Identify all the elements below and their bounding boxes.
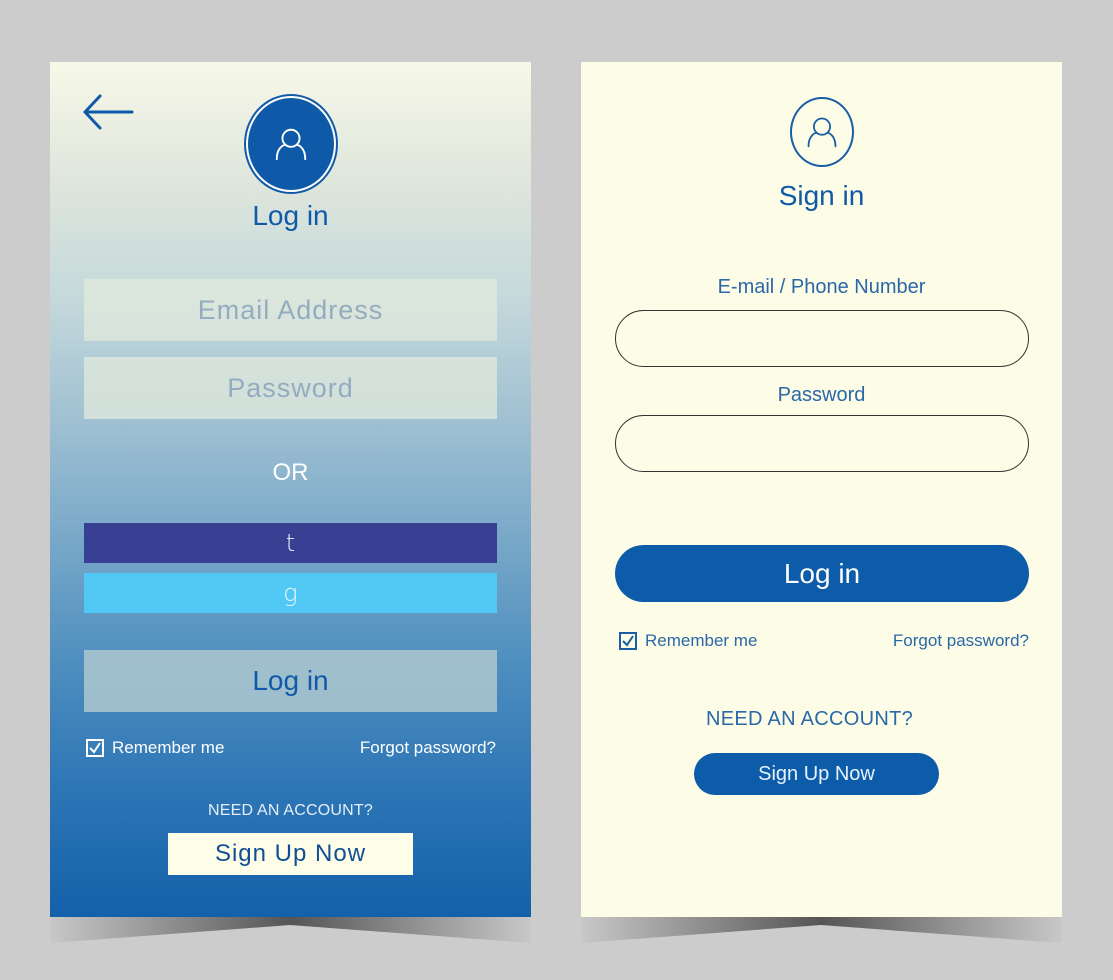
sign-up-button[interactable]: Sign Up Now — [168, 833, 413, 875]
email-phone-input[interactable] — [616, 311, 1028, 366]
right-panel-shadow — [581, 917, 1062, 945]
login-button[interactable]: Log in — [615, 545, 1029, 602]
email-field-container — [84, 279, 497, 341]
google-icon: g — [283, 579, 298, 607]
user-icon — [275, 128, 307, 161]
options-row: Remember me Forgot password? — [619, 629, 1029, 653]
password-field-container — [615, 415, 1029, 472]
remember-me-label: Remember me — [645, 631, 758, 650]
back-arrow-icon[interactable] — [82, 92, 134, 132]
checkbox-checked-icon[interactable] — [86, 739, 104, 757]
email-field-container — [615, 310, 1029, 367]
login-screen-left: Log in OR t g Log in Remember me Forgot … — [50, 62, 531, 917]
options-row: Remember me Forgot password? — [86, 736, 496, 760]
or-divider: OR — [272, 459, 309, 486]
need-account-text: NEED AN ACCOUNT? — [207, 802, 373, 819]
twitter-login-button[interactable]: t — [84, 523, 497, 563]
password-input[interactable] — [84, 357, 497, 419]
email-label: E-mail / Phone Number — [717, 276, 926, 298]
twitter-icon: t — [285, 529, 296, 557]
avatar — [790, 97, 854, 167]
signin-screen-right: Sign in E-mail / Phone Number Password L… — [581, 62, 1062, 917]
need-account-text: NEED AN ACCOUNT? — [705, 708, 914, 730]
remember-me-checkbox[interactable]: Remember me — [86, 738, 224, 758]
remember-me-label: Remember me — [112, 738, 225, 757]
password-input[interactable] — [616, 416, 1028, 471]
avatar — [246, 96, 336, 192]
google-login-button[interactable]: g — [84, 573, 497, 613]
page-title: Sign in — [778, 180, 865, 211]
left-panel-shadow — [50, 917, 531, 945]
email-input[interactable] — [84, 279, 497, 341]
remember-me-checkbox[interactable]: Remember me — [619, 631, 757, 651]
password-label: Password — [777, 384, 866, 406]
forgot-password-link[interactable]: Forgot password? — [893, 631, 1029, 651]
checkbox-checked-icon[interactable] — [619, 632, 637, 650]
page-title: Log in — [252, 200, 329, 231]
sign-up-button[interactable]: Sign Up Now — [694, 753, 939, 795]
login-button[interactable]: Log in — [84, 650, 497, 712]
user-icon — [807, 117, 837, 148]
password-field-container — [84, 357, 497, 419]
forgot-password-link[interactable]: Forgot password? — [360, 738, 496, 758]
